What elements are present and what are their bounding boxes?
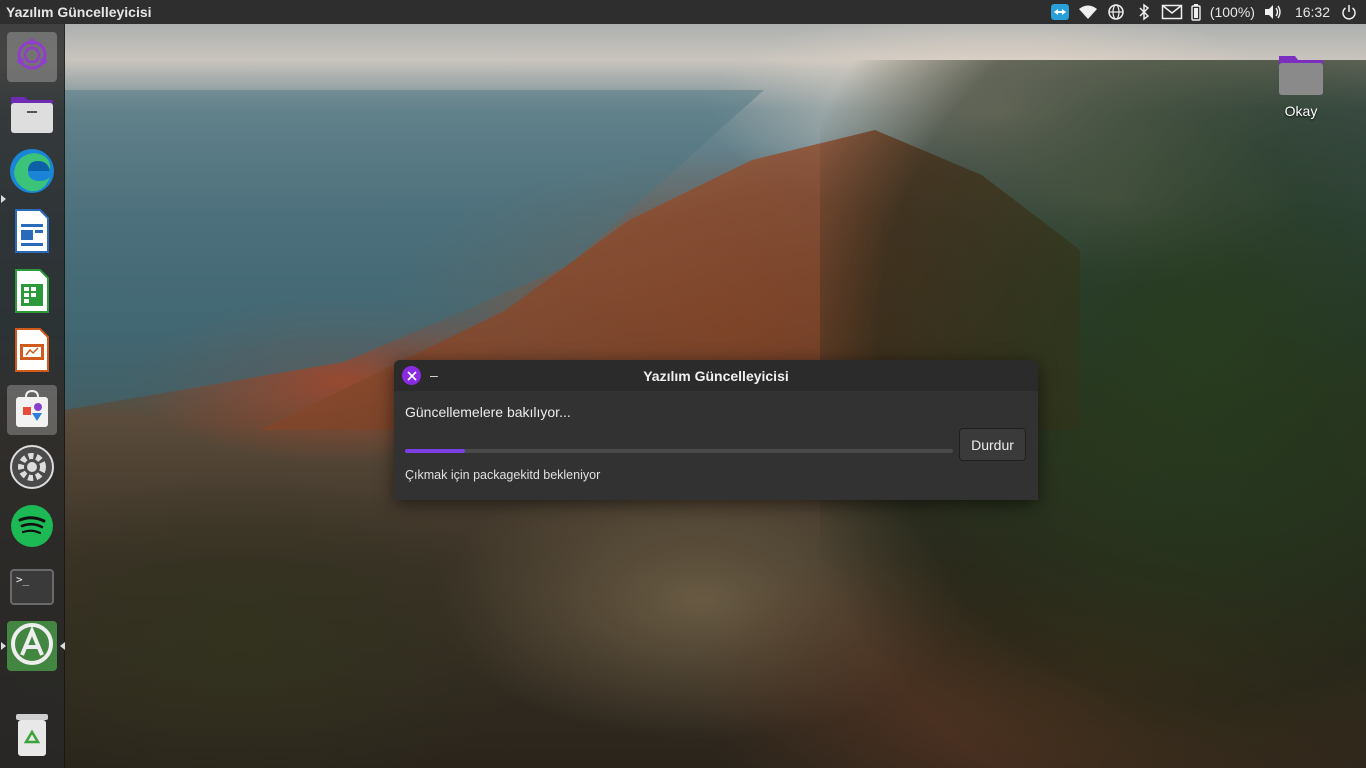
teamviewer-icon[interactable]	[1046, 0, 1074, 24]
volume-icon[interactable]	[1259, 0, 1287, 24]
launcher: >_	[0, 24, 65, 768]
dialog-titlebar[interactable]: – Yazılım Güncelleyicisi	[394, 360, 1038, 391]
running-indicator	[1, 642, 6, 650]
trash-icon	[12, 712, 52, 762]
impress-icon	[12, 327, 52, 377]
desktop-folder-okay[interactable]: Okay	[1270, 52, 1332, 119]
progress-bar-fill	[405, 449, 466, 453]
close-button[interactable]	[402, 366, 421, 385]
updater-icon	[9, 621, 55, 671]
active-app-title: Yazılım Güncelleyicisi	[6, 4, 152, 20]
minimize-button[interactable]: –	[430, 366, 438, 385]
top-panel: Yazılım Güncelleyicisi (100%) 16:32	[0, 0, 1366, 24]
clock[interactable]: 16:32	[1287, 0, 1338, 24]
power-icon[interactable]	[1338, 0, 1360, 24]
edge-icon	[8, 147, 56, 199]
folder-icon	[1277, 52, 1325, 99]
launcher-libreoffice-writer[interactable]	[7, 208, 57, 258]
battery-percent: (100%)	[1209, 4, 1255, 20]
launcher-files[interactable]	[7, 90, 57, 140]
network-globe-icon[interactable]	[1102, 0, 1130, 24]
status-heading: Güncellemelere bakılıyor...	[405, 404, 571, 420]
launcher-libreoffice-calc[interactable]	[7, 268, 57, 318]
spotify-icon	[10, 504, 54, 552]
progress-bar	[405, 449, 953, 453]
files-folder-icon	[9, 91, 55, 139]
bluetooth-icon[interactable]	[1130, 0, 1158, 24]
gear-icon	[9, 444, 55, 494]
mail-icon[interactable]	[1158, 0, 1186, 24]
dialog-body: Güncellemelere bakılıyor... Durdur Çıkma…	[394, 391, 1038, 500]
folder-label: Okay	[1284, 103, 1318, 119]
stop-button[interactable]: Durdur	[959, 428, 1026, 461]
launcher-libreoffice-impress[interactable]	[7, 327, 57, 377]
software-updater-dialog: – Yazılım Güncelleyicisi Güncellemelere …	[394, 360, 1038, 500]
ubuntu-logo-icon	[15, 38, 49, 76]
running-indicator	[1, 195, 6, 203]
writer-icon	[12, 208, 52, 258]
launcher-settings[interactable]	[7, 444, 57, 494]
launcher-ubuntu-dash[interactable]	[7, 32, 57, 82]
software-bag-icon	[12, 387, 52, 433]
wifi-icon[interactable]	[1074, 0, 1102, 24]
launcher-ubuntu-software[interactable]	[7, 385, 57, 435]
terminal-prompt: >_	[16, 573, 30, 586]
launcher-terminal[interactable]: >_	[7, 562, 57, 612]
launcher-software-updater[interactable]	[7, 621, 57, 671]
launcher-microsoft-edge[interactable]	[7, 148, 57, 198]
status-detail: Çıkmak için packagekitd bekleniyor	[405, 468, 601, 482]
launcher-spotify[interactable]	[7, 503, 57, 553]
dialog-title: Yazılım Güncelleyicisi	[643, 367, 789, 384]
terminal-icon: >_	[10, 569, 54, 605]
focused-indicator	[60, 642, 65, 650]
system-tray: (100%) 16:32	[1046, 0, 1360, 24]
launcher-trash[interactable]	[7, 712, 57, 762]
calc-icon	[12, 268, 52, 318]
close-icon	[406, 370, 417, 381]
battery-icon[interactable]	[1186, 0, 1206, 24]
